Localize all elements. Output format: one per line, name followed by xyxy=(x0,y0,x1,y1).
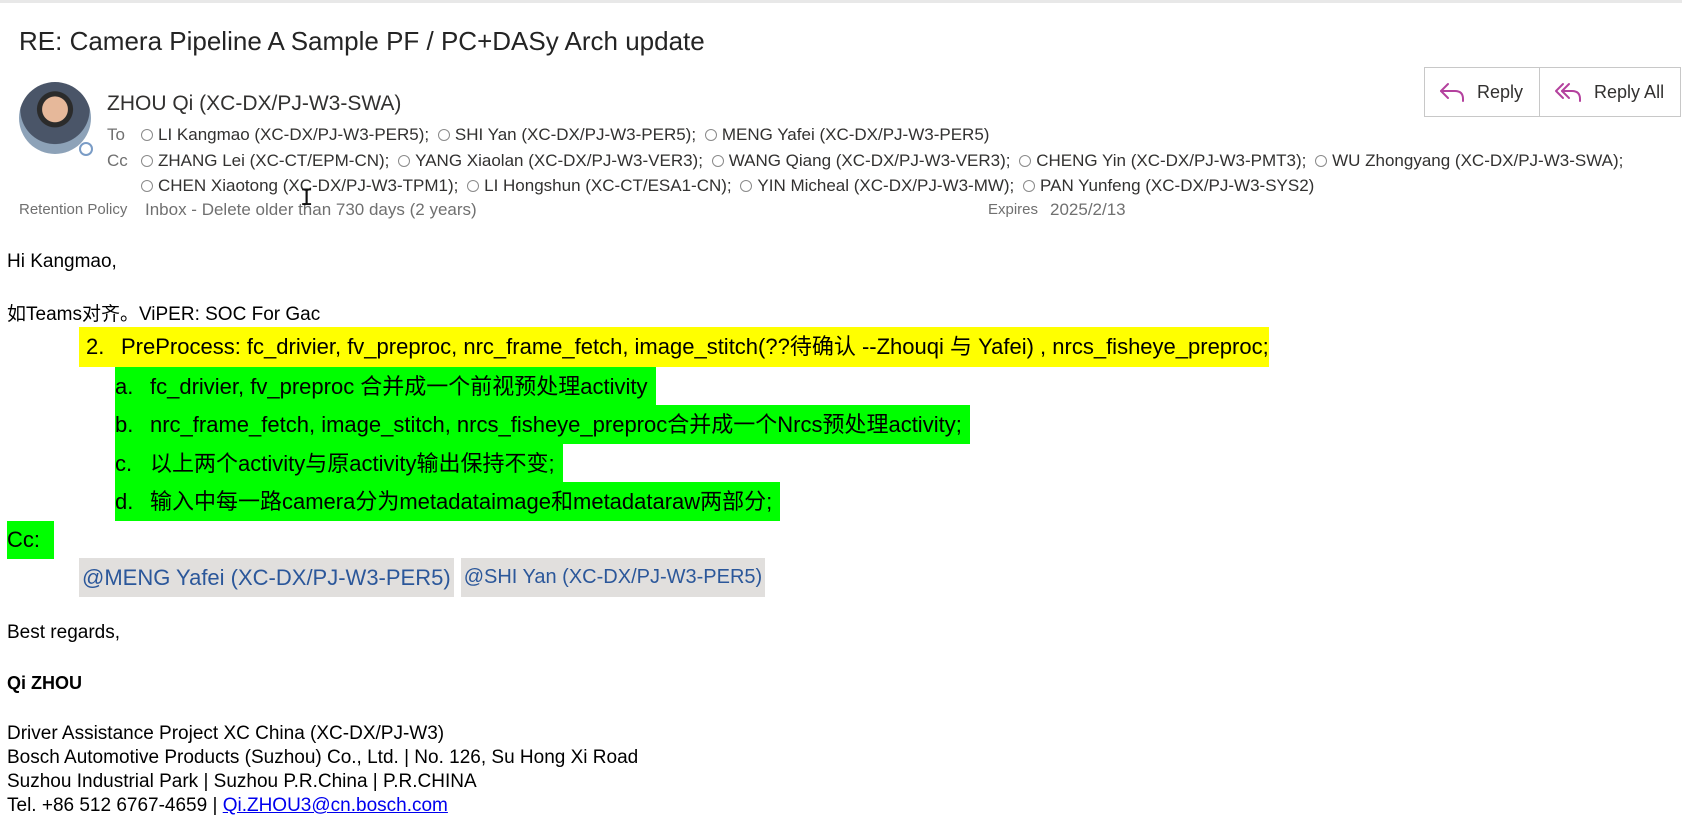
sub-list-text: 输入中每一路camera分为metadataimage和metadataraw两… xyxy=(150,489,773,514)
presence-icon xyxy=(398,155,411,167)
recipient[interactable]: YANG Xiaolan (XC-DX/PJ-W3-VER3); xyxy=(398,151,703,171)
sub-list-item: d. 输入中每一路camera分为metadataimage和metadatara… xyxy=(115,482,781,521)
recipient[interactable]: MENG Yafei (XC-DX/PJ-W3-PER5) xyxy=(704,125,989,145)
sub-list-item: a. fc_drivier, fv_preproc 合并成一个前视预处理activ… xyxy=(115,367,656,406)
reply-toolbar: Reply Reply All xyxy=(1424,67,1682,117)
list-number: 2. xyxy=(86,334,105,359)
presence-icon xyxy=(740,180,753,192)
email-subject: RE: Camera Pipeline A Sample PF / PC+DAS… xyxy=(19,26,705,56)
reply-all-icon xyxy=(1555,83,1582,102)
cc-recipients-row2: CHEN Xiaotong (XC-DX/PJ-W3-TPM1); LI Hon… xyxy=(141,176,1318,197)
sub-list-letter: d. xyxy=(115,489,134,514)
list-item-text: PreProcess: fc_drivier, fv_preproc, nrc_… xyxy=(121,334,1269,359)
signature-line: Bosch Automotive Products (Suzhou) Co., … xyxy=(7,747,639,768)
presence-icon xyxy=(437,129,450,141)
reply-label: Reply xyxy=(1477,81,1524,102)
signature-name: Qi ZHOU xyxy=(7,673,82,693)
sub-list-text: fc_drivier, fv_preproc 合并成一个前视预处理activit… xyxy=(150,374,648,399)
list-item: 2. PreProcess: fc_drivier, fv_preproc, nr… xyxy=(79,327,1269,367)
expires-label: Expires xyxy=(988,201,1039,218)
intro-line: 如Teams对齐。ViPER: SOC For Gac xyxy=(7,304,321,325)
presence-icon xyxy=(1315,155,1328,167)
mention-link[interactable]: @SHI Yan (XC-DX/PJ-W3-PER5) xyxy=(460,558,766,597)
email-link[interactable]: Qi.ZHOU3@cn.bosch.com xyxy=(223,795,448,816)
reply-icon xyxy=(1440,83,1464,102)
sub-list-letter: b. xyxy=(115,412,134,437)
presence-icon xyxy=(711,155,724,167)
reply-button[interactable]: Reply xyxy=(1425,68,1539,116)
presence-icon xyxy=(141,129,153,141)
signature-line: Suzhou Industrial Park | Suzhou P.R.Chin… xyxy=(7,771,477,792)
presence-icon xyxy=(141,155,153,167)
cc-recipients-row1: ZHANG Lei (XC-CT/EPM-CN); YANG Xiaolan (… xyxy=(141,151,1627,172)
presence-icon xyxy=(1019,155,1032,167)
sub-list-letter: c. xyxy=(115,451,133,476)
reply-all-label: Reply All xyxy=(1594,81,1665,102)
retention-policy-label: Retention Policy xyxy=(19,201,128,218)
sub-list-item: c. 以上两个activity与原activity输出保持不变; xyxy=(115,444,563,483)
sub-list-letter: a. xyxy=(115,374,134,399)
sub-list-text: nrc_frame_fetch, image_stitch, nrcs_fish… xyxy=(150,412,962,437)
signature-contact: Tel. +86 512 6767-4659 | Qi.ZHOU3@cn.bos… xyxy=(7,795,448,817)
to-recipients: LI Kangmao (XC-DX/PJ-W3-PER5); SHI Yan (… xyxy=(141,125,993,146)
mention-link[interactable]: @MENG Yafei (XC-DX/PJ-W3-PER5) xyxy=(79,558,454,597)
avatar[interactable] xyxy=(19,82,93,156)
sub-list-text: 以上两个activity与原activity输出保持不变; xyxy=(150,451,555,476)
presence-icon xyxy=(467,180,480,192)
closing: Best regards, xyxy=(7,622,120,643)
sub-list-item: b. nrc_frame_fetch, image_stitch, nrcs_fi… xyxy=(115,405,970,444)
recipient[interactable]: ZHANG Lei (XC-CT/EPM-CN); xyxy=(141,151,389,171)
text-cursor-icon: I xyxy=(300,186,314,211)
recipient[interactable]: LI Kangmao (XC-DX/PJ-W3-PER5); xyxy=(141,125,429,145)
recipient[interactable]: CHENG Yin (XC-DX/PJ-W3-PMT3); xyxy=(1019,151,1306,171)
mentions: @MENG Yafei (XC-DX/PJ-W3-PER5) @SHI Yan … xyxy=(79,558,772,597)
recipient[interactable]: WANG Qiang (XC-DX/PJ-W3-VER3); xyxy=(711,151,1010,171)
recipient[interactable]: WU Zhongyang (XC-DX/PJ-W3-SWA); xyxy=(1315,151,1623,171)
presence-icon xyxy=(1023,180,1036,192)
cc-heading: Cc: xyxy=(7,521,54,559)
presence-status-icon xyxy=(79,142,93,156)
presence-icon xyxy=(141,180,153,192)
telephone: Tel. +86 512 6767-4659 | xyxy=(7,795,223,816)
reply-all-button[interactable]: Reply All xyxy=(1539,68,1680,116)
recipient[interactable]: YIN Micheal (XC-DX/PJ-W3-MW); xyxy=(740,176,1014,196)
cc-label: Cc xyxy=(107,151,128,170)
greeting: Hi Kangmao, xyxy=(7,251,117,272)
signature-line: Driver Assistance Project XC China (XC-D… xyxy=(7,723,445,744)
sender-name[interactable]: ZHOU Qi (XC-DX/PJ-W3-SWA) xyxy=(107,92,401,116)
recipient[interactable]: PAN Yunfeng (XC-DX/PJ-W3-SYS2) xyxy=(1023,176,1314,196)
recipient[interactable]: SHI Yan (XC-DX/PJ-W3-PER5); xyxy=(437,125,696,145)
presence-icon xyxy=(704,129,717,141)
recipient[interactable]: LI Hongshun (XC-CT/ESA1-CN); xyxy=(467,176,732,196)
expires-value: 2025/2/13 xyxy=(1050,200,1126,219)
top-divider xyxy=(0,0,1682,3)
to-label: To xyxy=(107,125,125,144)
